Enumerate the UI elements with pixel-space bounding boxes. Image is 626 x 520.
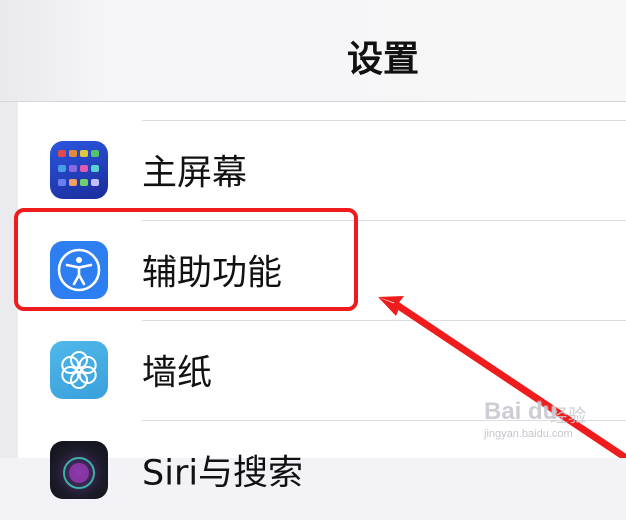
baidu-watermark: Bai du 经验 jingyan.baidu.com (470, 396, 610, 446)
watermark-url: jingyan.baidu.com (484, 428, 573, 440)
watermark-brand: Bai du (484, 398, 558, 425)
pointer-arrow (378, 296, 626, 458)
watermark-text: 经验 (550, 406, 586, 427)
